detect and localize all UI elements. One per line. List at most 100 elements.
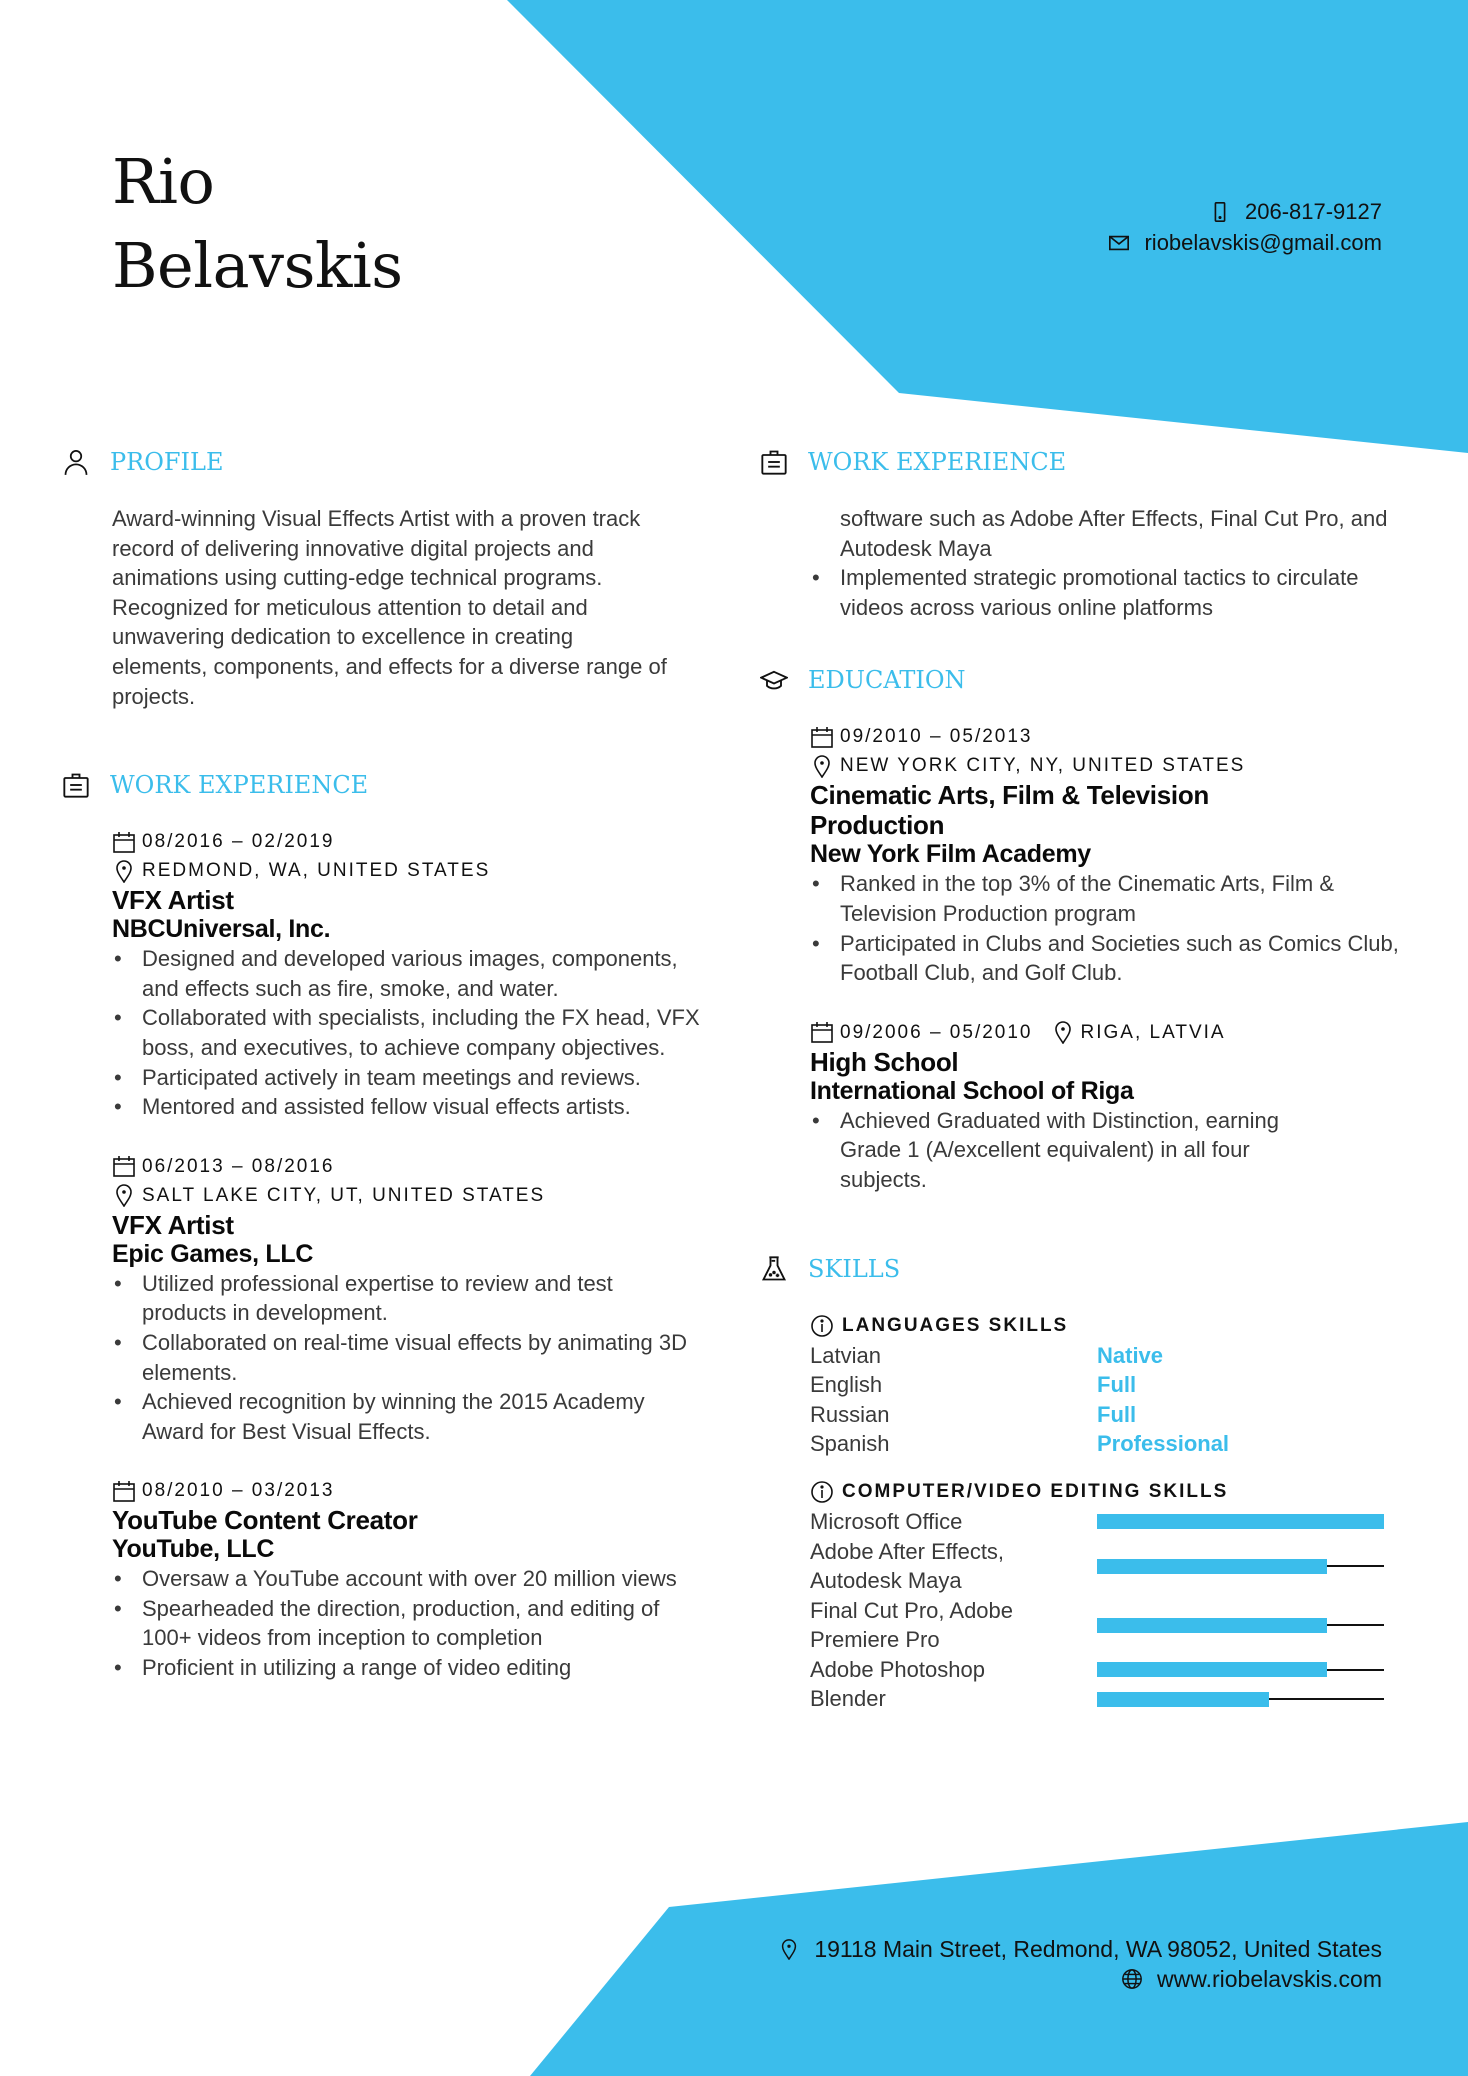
profile-section-header: PROFILE <box>62 448 702 476</box>
globe-icon <box>1122 1969 1142 1989</box>
job-dates: 08/2016 – 02/2019 <box>112 827 702 856</box>
education-entry: 09/2006 – 05/2010 RIGA, LATVIA High Scho… <box>810 1018 1400 1195</box>
skill-level-bar <box>1097 1537 1384 1596</box>
language-row: English Full <box>810 1370 1400 1400</box>
location-pin-icon <box>1054 1021 1071 1045</box>
work-title-continued: WORK EXPERIENCE <box>808 448 1067 476</box>
education-bullets: Ranked in the top 3% of the Cinematic Ar… <box>810 869 1400 987</box>
bullet-item: Collaborated with specialists, including… <box>114 1003 702 1062</box>
phone-number[interactable]: 206-817-9127 <box>1245 196 1382 227</box>
language-row: Spanish Professional <box>810 1429 1400 1459</box>
bullet-item: Mentored and assisted fellow visual effe… <box>114 1092 702 1122</box>
candidate-name: Rio Belavskis <box>112 140 403 308</box>
date-range: 09/2006 – 05/2010 <box>840 1021 1033 1043</box>
location-text: SALT LAKE CITY, UT, UNITED STATES <box>142 1184 546 1206</box>
job-entry: 06/2013 – 08/2016 SALT LAKE CITY, UT, UN… <box>112 1152 702 1447</box>
calendar-icon <box>113 1480 135 1502</box>
education-entry: 09/2010 – 05/2013 NEW YORK CITY, NY, UNI… <box>810 722 1400 987</box>
right-column: WORK EXPERIENCE software such as Adobe A… <box>760 448 1400 1714</box>
work-section-header: WORK EXPERIENCE <box>62 771 702 799</box>
bullet-item: Participated in Clubs and Societies such… <box>812 929 1400 988</box>
info-icon <box>811 1314 833 1337</box>
user-icon <box>64 450 88 475</box>
computer-skill-row: Adobe Photoshop <box>810 1655 1400 1685</box>
bullet-item: Proficient in utilizing a range of video… <box>114 1653 702 1683</box>
date-range: 09/2010 – 05/2013 <box>840 726 1033 748</box>
job-title: VFX Artist <box>112 1209 234 1240</box>
computer-skill-row: Microsoft Office <box>810 1507 1400 1537</box>
bullet-continuation: software such as Adobe After Effects, Fi… <box>840 506 1388 561</box>
language-level: Professional <box>1097 1431 1230 1457</box>
phone-line: 206-817-9127 <box>1108 196 1382 227</box>
language-row: Russian Full <box>810 1400 1400 1430</box>
job-bullets-continued: software such as Adobe After Effects, Fi… <box>810 504 1400 622</box>
computer-skills-title: COMPUTER/VIDEO EDITING SKILLS <box>842 1480 1229 1502</box>
skill-name: Final Cut Pro, Adobe Premiere Pro <box>810 1597 1014 1653</box>
job-bullets: Designed and developed various images, c… <box>112 944 702 1122</box>
job-dates: 06/2013 – 08/2016 <box>112 1152 702 1181</box>
profile-title: PROFILE <box>110 448 224 476</box>
job-location: REDMOND, WA, UNITED STATES <box>112 856 702 885</box>
language-name: Latvian <box>810 1342 881 1368</box>
computer-skills-subheader: COMPUTER/VIDEO EDITING SKILLS <box>810 1477 1400 1507</box>
location-pin-icon <box>116 1184 132 1208</box>
address-text: 19118 Main Street, Redmond, WA 98052, Un… <box>814 1936 1382 1962</box>
skill-bar-fill <box>1097 1514 1384 1530</box>
phone-icon <box>1214 201 1226 222</box>
job-location: SALT LAKE CITY, UT, UNITED STATES <box>112 1181 702 1210</box>
skill-level-bar <box>1097 1655 1384 1685</box>
bullet-item: Ranked in the top 3% of the Cinematic Ar… <box>812 869 1400 928</box>
footer-contact: 19118 Main Street, Redmond, WA 98052, Un… <box>778 1934 1382 1994</box>
email-icon <box>1109 235 1130 250</box>
bullet-item: Achieved Graduated with Distinction, ear… <box>812 1106 1340 1195</box>
first-name: Rio <box>112 145 215 218</box>
language-level: Full <box>1097 1372 1137 1398</box>
location-text: RIGA, LATVIA <box>1080 1021 1226 1043</box>
last-name: Belavskis <box>112 229 403 302</box>
skill-name: Microsoft Office <box>810 1508 963 1534</box>
skill-level-bar <box>1097 1684 1384 1714</box>
website-link[interactable]: www.riobelavskis.com <box>1157 1964 1382 1994</box>
education-title: EDUCATION <box>808 666 966 695</box>
education-bullets: Achieved Graduated with Distinction, ear… <box>810 1106 1400 1195</box>
location-pin-icon <box>782 1939 797 1960</box>
job-dates: 08/2010 – 03/2013 <box>112 1476 702 1505</box>
skill-level-bar <box>1097 1596 1384 1655</box>
school-name: New York Film Academy <box>810 840 1091 869</box>
calendar-icon <box>811 1022 833 1044</box>
computer-skill-row: Blender <box>810 1684 1400 1714</box>
skill-name: Adobe Photoshop <box>810 1656 985 1682</box>
info-icon <box>811 1481 833 1503</box>
bullet-item: Collaborated on real-time visual effects… <box>114 1328 702 1387</box>
calendar-icon <box>113 1156 135 1178</box>
language-level: Native <box>1097 1342 1164 1368</box>
location-text: REDMOND, WA, UNITED STATES <box>142 860 491 882</box>
location-pin-icon <box>116 859 132 883</box>
job-title: VFX Artist <box>112 885 234 916</box>
work-continued-header: WORK EXPERIENCE <box>760 448 1400 476</box>
degree-title: Cinematic Arts, Film & Television Produc… <box>810 780 1209 841</box>
bullet-item: Spearheaded the direction, production, a… <box>114 1594 702 1653</box>
email-address[interactable]: riobelavskis@gmail.com <box>1144 227 1382 258</box>
language-name: Russian <box>810 1401 890 1427</box>
date-range: 08/2016 – 02/2019 <box>142 831 335 853</box>
bullet-item: Participated actively in team meetings a… <box>114 1063 702 1093</box>
computer-skill-row: Adobe After Effects, Autodesk Maya <box>810 1537 1400 1596</box>
location-pin-icon <box>814 755 830 778</box>
computer-skill-row: Final Cut Pro, Adobe Premiere Pro <box>810 1596 1400 1655</box>
calendar-icon <box>113 831 135 853</box>
contact-info: 206-817-9127 riobelavskis@gmail.com <box>1108 196 1382 258</box>
skill-bar-fill <box>1097 1617 1327 1633</box>
date-range: 08/2010 – 03/2013 <box>142 1480 335 1502</box>
job-bullets: Oversaw a YouTube account with over 20 m… <box>112 1564 702 1682</box>
skill-bar-fill <box>1097 1691 1270 1707</box>
education-location: NEW YORK CITY, NY, UNITED STATES <box>810 751 1400 780</box>
languages-subheader: LANGUAGES SKILLS <box>810 1311 1400 1341</box>
work-title: WORK EXPERIENCE <box>110 771 369 800</box>
skill-bar-fill <box>1097 1558 1327 1574</box>
language-level: Full <box>1097 1401 1137 1427</box>
skills-section-header: SKILLS <box>760 1255 1400 1283</box>
location-text: NEW YORK CITY, NY, UNITED STATES <box>840 755 1246 777</box>
address-line: 19118 Main Street, Redmond, WA 98052, Un… <box>778 1934 1382 1964</box>
graduation-cap-icon <box>760 671 788 690</box>
